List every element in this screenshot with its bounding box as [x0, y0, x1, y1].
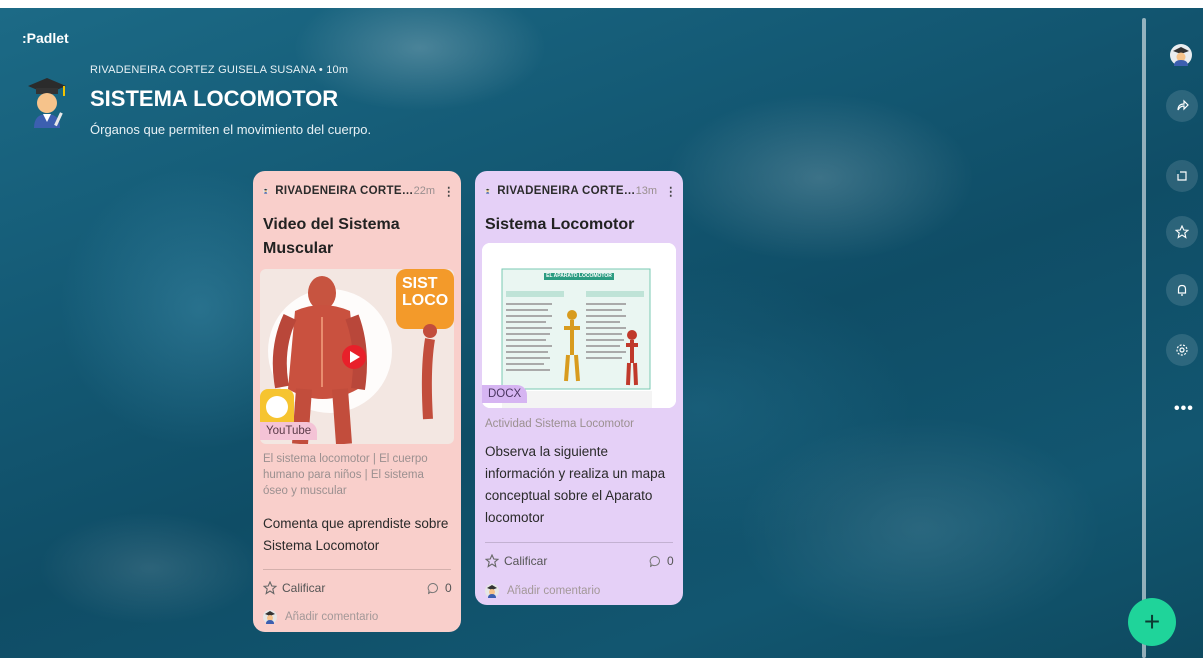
rate-button[interactable]: Calificar [485, 554, 547, 568]
post-title: Video del Sistema Muscular [263, 216, 400, 257]
notifications-button[interactable] [1166, 274, 1198, 306]
post-author: RIVADENEIRA CORTE… [275, 185, 414, 197]
more-icon[interactable]: ••• [1174, 400, 1194, 418]
author-avatar-icon [485, 188, 491, 194]
attachment-type-badge: DOCX [482, 385, 528, 403]
post-header: RIVADENEIRA CORTE… 22m ⋮ [263, 182, 455, 200]
comments-count[interactable]: 0 [649, 554, 674, 568]
rate-label: Calificar [282, 581, 326, 595]
board-author: RIVADENEIRA CORTEZ GUISELA SUSANA • 10m [90, 64, 349, 76]
rate-button[interactable]: Calificar [263, 581, 325, 595]
bell-icon [1177, 284, 1187, 296]
share-icon [1176, 170, 1187, 181]
user-avatar[interactable] [1170, 44, 1192, 66]
remake-button[interactable] [1166, 90, 1198, 122]
attachment-type-badge: YouTube [260, 422, 318, 440]
add-comment-field[interactable]: Añadir comentario [485, 584, 600, 598]
author-avatar [28, 78, 66, 128]
youtube-attachment[interactable]: SIST LOCO [260, 269, 454, 444]
user-avatar-icon [485, 584, 499, 598]
document-preview [482, 243, 676, 408]
post-card[interactable]: RIVADENEIRA CORTE… 13m ⋮ Sistema Locomot… [475, 171, 683, 605]
card-divider [263, 569, 451, 570]
comment-icon [649, 555, 660, 567]
padlet-logo[interactable]: :Padlet [22, 30, 69, 46]
star-icon [263, 581, 277, 595]
board-title: SISTEMA LOCOMOTOR [90, 86, 339, 111]
post-card[interactable]: RIVADENEIRA CORTE… 22m ⋮ Video del Siste… [253, 171, 461, 632]
post-time: 13m [635, 185, 657, 197]
share-button[interactable] [1166, 160, 1198, 192]
board-description: Órganos que permiten el movimiento del c… [90, 122, 372, 137]
gear-icon [1176, 344, 1188, 356]
post-menu-icon[interactable]: ⋮ [443, 184, 455, 198]
card-divider [485, 542, 673, 543]
add-post-button[interactable]: + [1128, 598, 1176, 646]
comment-count: 0 [667, 554, 674, 568]
star-icon [1175, 225, 1189, 239]
comment-icon [427, 582, 438, 594]
post-body: Comenta que aprendiste sobre Sistema Loc… [263, 516, 449, 553]
post-time: 22m [413, 185, 435, 197]
post-menu-icon[interactable]: ⋮ [665, 184, 677, 198]
thumbnail-title-text: SIST LOCO [402, 275, 449, 309]
add-comment-placeholder: Añadir comentario [285, 611, 379, 623]
docx-attachment[interactable]: EL APARATO LOCOMOTOR [482, 243, 676, 408]
author-avatar-icon [263, 188, 269, 194]
add-comment-placeholder: Añadir comentario [507, 585, 601, 597]
post-body: Observa la siguiente información y reali… [485, 444, 666, 525]
bookmark-button[interactable] [1166, 216, 1198, 248]
post-title: Sistema Locomotor [485, 216, 635, 233]
remake-icon [1177, 99, 1189, 111]
comment-count: 0 [445, 581, 452, 595]
post-author: RIVADENEIRA CORTE… [497, 185, 636, 197]
settings-button[interactable] [1166, 334, 1198, 366]
attachment-caption: Actividad Sistema Locomotor [485, 418, 634, 430]
rate-label: Calificar [504, 554, 548, 568]
star-icon [485, 554, 499, 568]
post-header: RIVADENEIRA CORTE… 13m ⋮ [485, 182, 677, 200]
comments-count[interactable]: 0 [427, 581, 452, 595]
scrollbar[interactable] [1142, 18, 1146, 658]
add-comment-field[interactable]: Añadir comentario [263, 610, 378, 624]
doc-heading: EL APARATO LOCOMOTOR [546, 273, 612, 279]
user-avatar-icon [263, 610, 277, 624]
attachment-caption: El sistema locomotor | El cuerpo humano … [263, 453, 428, 497]
board-canvas: :Padlet RIVADENEIRA CORTEZ GUISELA SUSAN… [0, 8, 1203, 658]
